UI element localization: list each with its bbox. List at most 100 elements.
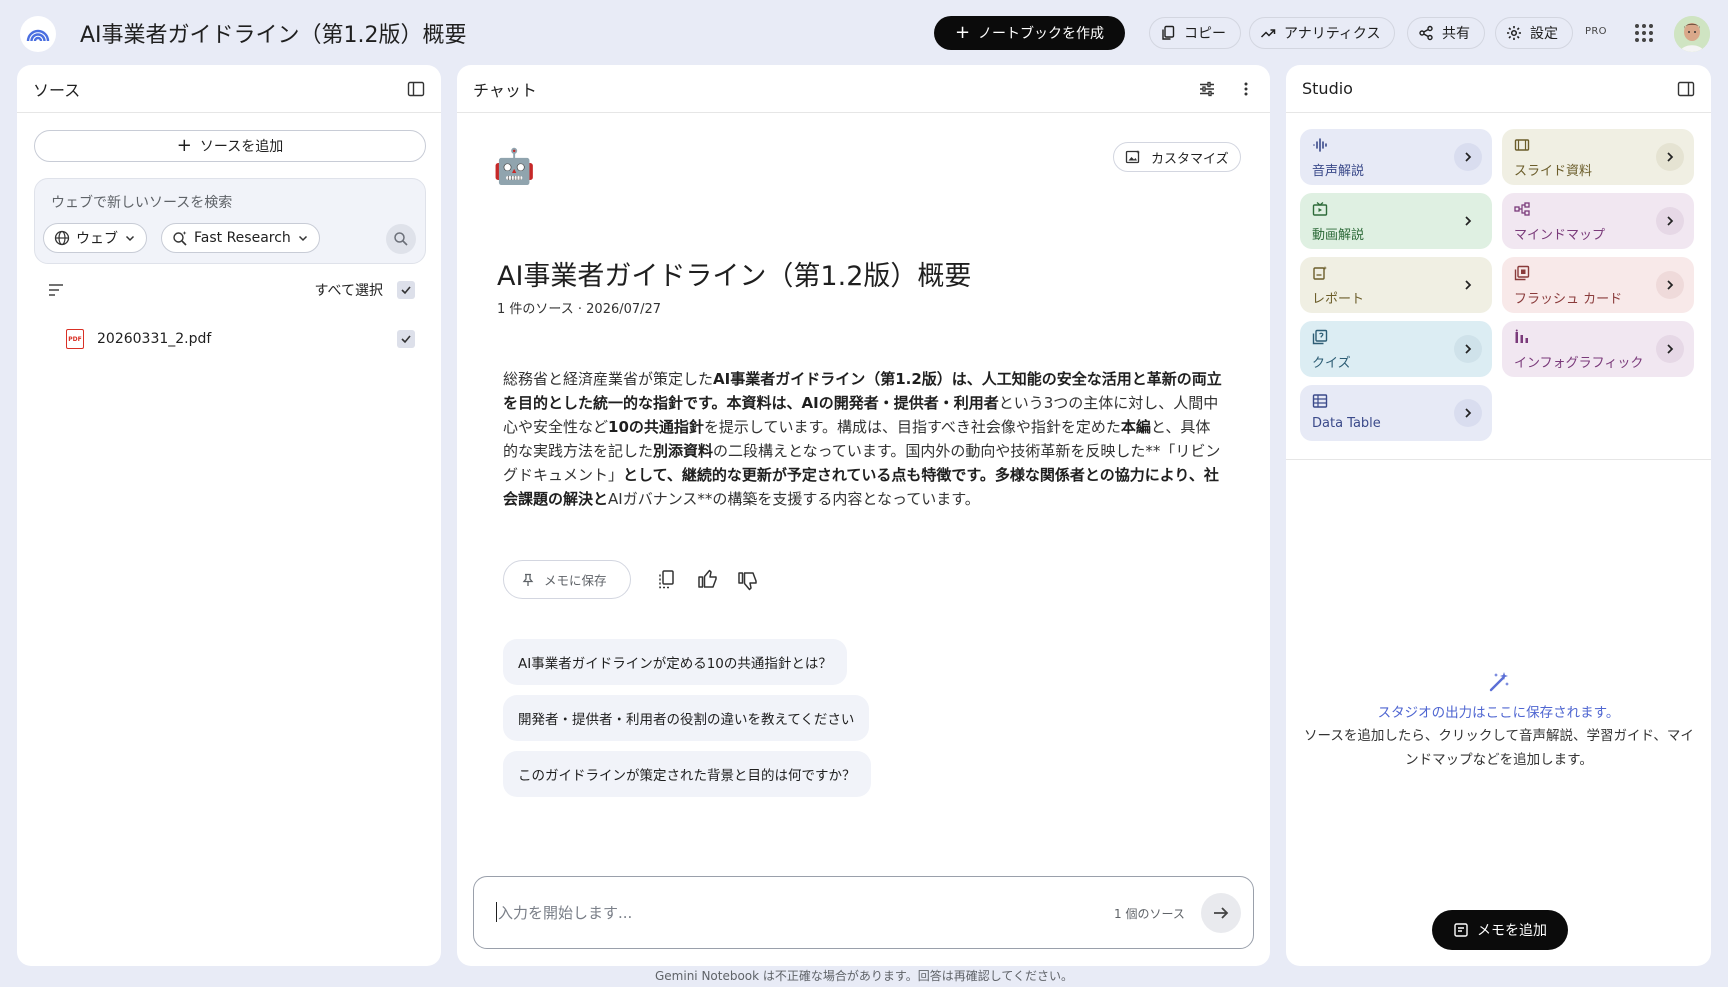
studio-tile-open-button[interactable]	[1656, 207, 1684, 235]
thumbs-up-icon[interactable]	[697, 568, 719, 590]
table-icon	[1312, 394, 1328, 408]
share-icon	[1419, 25, 1433, 41]
chevron-right-icon	[1465, 280, 1472, 290]
disclaimer-text: Gemini Notebook は不正確な場合があります。回答は再確認してくださ…	[654, 969, 1073, 983]
studio-empty-title: スタジオの出力はここに保存されます。	[1377, 705, 1620, 721]
studio-tile-open-button[interactable]	[1454, 143, 1482, 171]
share-button[interactable]: 共有	[1407, 17, 1485, 49]
settings-label: 設定	[1530, 26, 1558, 42]
gear-icon	[1507, 26, 1521, 40]
copy-label: コピー	[1184, 26, 1226, 42]
studio-tile-label: クイズ	[1312, 356, 1351, 371]
studio-tile-label: レポート	[1312, 292, 1365, 307]
app-logo[interactable]	[20, 16, 56, 52]
studio-empty-desc: ソースを追加したら、クリックして音声解説、学習ガイド、マインドマップなどを追加し…	[1304, 728, 1694, 768]
search-icon	[394, 232, 408, 246]
tune-icon[interactable]	[1198, 80, 1216, 98]
studio-tile-label: マインドマップ	[1514, 228, 1606, 243]
source-checkbox[interactable]	[397, 330, 415, 348]
select-all-label: すべて選択	[314, 283, 383, 299]
studio-tile-label: フラッシュ カード	[1514, 292, 1623, 307]
copy-response-icon[interactable]	[657, 569, 677, 591]
studio-tile-quiz[interactable]: クイズ	[1300, 321, 1492, 377]
add-source-label: ソースを追加	[199, 139, 284, 155]
share-label: 共有	[1442, 26, 1470, 42]
summary-bold-segment: 別添資料	[653, 442, 714, 460]
select-all-checkbox[interactable]	[397, 281, 415, 299]
globe-icon	[54, 230, 70, 246]
customize-button[interactable]: カスタマイズ	[1113, 142, 1241, 172]
report-icon	[1313, 266, 1327, 280]
apps-grid-icon[interactable]	[1634, 23, 1654, 43]
studio-tile-open-button[interactable]	[1454, 335, 1482, 363]
studio-tile-label: Data Table	[1312, 416, 1381, 431]
studio-tile-slides[interactable]: スライド資料	[1502, 129, 1694, 185]
source-item[interactable]: PDF 20260331_2.pdf	[33, 327, 425, 351]
research-mode-dropdown[interactable]: Fast Research	[161, 223, 320, 253]
flashcard-icon	[1514, 265, 1530, 281]
settings-button[interactable]: 設定	[1495, 17, 1573, 49]
suggested-question[interactable]: このガイドラインが策定された背景と目的は何ですか？	[503, 751, 871, 797]
web-search-input[interactable]: ウェブで新しいソースを検索	[51, 192, 232, 212]
send-button[interactable]	[1201, 893, 1241, 933]
sources-panel: ソース + ソースを追加 ウェブで新しいソースを検索 ウェブ Fast Rese…	[17, 65, 441, 966]
note-add-icon	[1454, 923, 1468, 937]
studio-tile-label: スライド資料	[1514, 164, 1593, 179]
search-submit-button[interactable]	[386, 224, 416, 254]
video-icon	[1312, 202, 1328, 216]
pro-badge: PRO	[1585, 26, 1607, 37]
studio-tile-open-button[interactable]	[1656, 335, 1684, 363]
web-scope-dropdown[interactable]: ウェブ	[43, 223, 147, 253]
collapse-panel-icon[interactable]	[1677, 80, 1695, 98]
chevron-down-icon	[298, 235, 307, 242]
studio-tile-open-button[interactable]	[1454, 271, 1482, 299]
image-edit-icon	[1125, 150, 1140, 164]
chat-input-box: 入力を開始します... 1 個のソース	[473, 876, 1254, 949]
robot-emoji-icon: 🤖	[493, 147, 536, 187]
studio-tile-table[interactable]: Data Table	[1300, 385, 1492, 441]
web-chip-label: ウェブ	[76, 231, 118, 247]
audio-wave-icon	[1313, 138, 1327, 152]
studio-tile-open-button[interactable]	[1656, 271, 1684, 299]
studio-tile-infographic[interactable]: インフォグラフィック	[1502, 321, 1694, 377]
pin-icon	[522, 573, 534, 586]
more-vert-icon[interactable]	[1238, 81, 1254, 97]
add-memo-button[interactable]: メモを追加	[1432, 910, 1568, 950]
sort-filter-icon[interactable]	[47, 281, 65, 299]
pdf-file-icon: PDF	[66, 329, 84, 349]
studio-tile-flashcard[interactable]: フラッシュ カード	[1502, 257, 1694, 313]
studio-tile-mindmap[interactable]: マインドマップ	[1502, 193, 1694, 249]
studio-tile-label: 動画解説	[1312, 228, 1365, 243]
analytics-button[interactable]: アナリティクス	[1249, 17, 1396, 49]
suggested-question[interactable]: 開発者・提供者・利用者の役割の違いを教えてください	[503, 695, 870, 741]
collapse-panel-icon[interactable]	[407, 80, 425, 98]
customize-label: カスタマイズ	[1151, 151, 1229, 167]
research-chip-label: Fast Research	[194, 230, 291, 246]
studio-tile-audio-wave[interactable]: 音声解説	[1300, 129, 1492, 185]
save-memo-label: メモに保存	[544, 573, 607, 588]
chat-input[interactable]: 入力を開始します...	[498, 902, 632, 923]
chevron-down-icon	[125, 235, 135, 242]
summary-segment: 総務省と経済産業省が策定した	[503, 370, 714, 388]
studio-panel: Studio 音声解説 スライド資料 動画解説 マインドマップ レポート フラッシュ カー…	[1286, 65, 1711, 966]
chat-panel: チャット カスタマイズ 🤖 AI事業者ガイドライン（第1.2版）概要 1 件のソ…	[457, 65, 1270, 966]
sources-title: ソース	[33, 80, 81, 100]
analytics-label: アナリティクス	[1284, 26, 1381, 42]
studio-tile-report[interactable]: レポート	[1300, 257, 1492, 313]
copy-button[interactable]: コピー	[1149, 17, 1241, 49]
create-notebook-button[interactable]: + ノートブックを作成	[934, 16, 1125, 50]
studio-tile-label: 音声解説	[1312, 164, 1365, 179]
add-source-button[interactable]: + ソースを追加	[34, 130, 426, 162]
save-to-memo-button[interactable]: メモに保存	[503, 560, 631, 599]
source-file-name: 20260331_2.pdf	[97, 331, 212, 347]
suggested-question[interactable]: AI事業者ガイドラインが定める10の共通指針とは？	[503, 639, 847, 685]
studio-tile-video[interactable]: 動画解説	[1300, 193, 1492, 249]
user-avatar[interactable]	[1674, 16, 1710, 52]
thumbs-down-icon[interactable]	[737, 570, 759, 592]
notebook-title[interactable]: AI事業者ガイドライン（第1.2版）概要	[80, 17, 467, 49]
studio-tile-open-button[interactable]	[1454, 207, 1482, 235]
chevron-right-icon	[1465, 408, 1472, 418]
studio-tile-open-button[interactable]	[1656, 143, 1684, 171]
studio-tile-open-button[interactable]	[1454, 399, 1482, 427]
chat-header: チャット	[457, 65, 1270, 113]
